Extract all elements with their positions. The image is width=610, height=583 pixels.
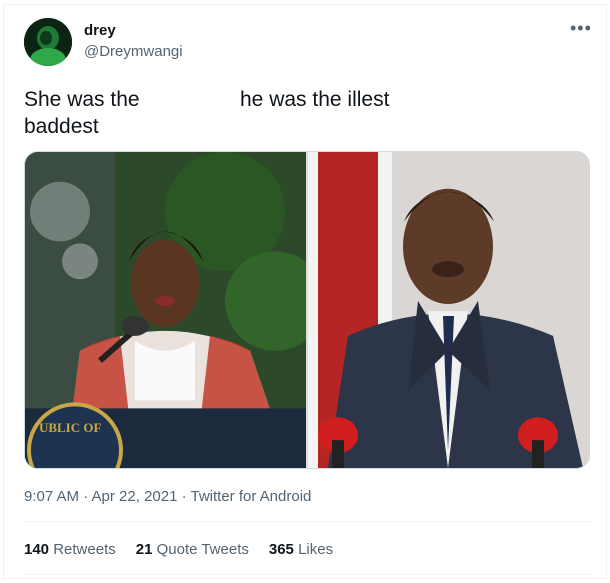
tweet-timestamp[interactable]: 9:07 AM · Apr 22, 2021 · Twitter for And… (24, 488, 311, 505)
likes-stat[interactable]: 365 Likes (269, 541, 333, 558)
quote-tweets-label: Quote Tweets (156, 541, 249, 558)
avatar[interactable] (24, 18, 72, 66)
media-photo-left[interactable]: UBLIC OF (25, 152, 306, 468)
quote-tweets-count: 21 (135, 541, 157, 558)
user-handle[interactable]: @Dreymwangi (84, 43, 183, 60)
media-photo-right[interactable] (308, 152, 590, 468)
tweet-stats: 140 Retweets 21 Quote Tweets 365 Likes (24, 541, 333, 558)
retweets-stat[interactable]: 140 Retweets (24, 541, 116, 558)
likes-count: 365 (268, 541, 299, 558)
divider-bottom (24, 574, 590, 575)
seal-text: UBLIC OF (39, 420, 101, 435)
tweet-text-right: he was the illest (240, 88, 390, 111)
divider (24, 521, 590, 522)
retweets-label: Retweets (53, 541, 116, 558)
avatar-image (24, 18, 72, 66)
likes-label: Likes (298, 541, 334, 558)
display-name[interactable]: drey (84, 22, 116, 39)
tweet-media[interactable]: UBLIC OF (24, 151, 590, 469)
quote-tweets-stat[interactable]: 21 Quote Tweets (136, 541, 249, 558)
tweet-text-left: She was the baddest (24, 88, 140, 138)
more-icon[interactable]: ••• (570, 18, 592, 39)
retweets-count: 140 (24, 541, 54, 558)
